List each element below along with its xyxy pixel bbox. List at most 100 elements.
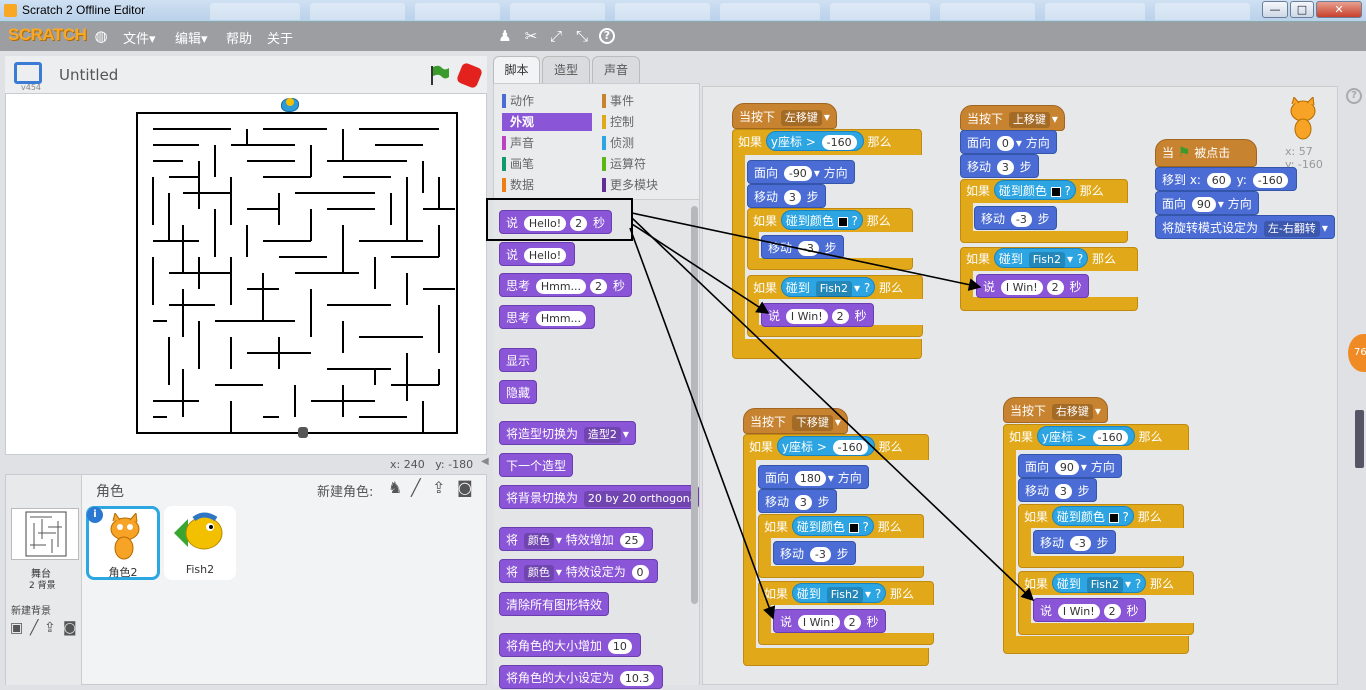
category-data[interactable]: 数据 <box>502 176 592 194</box>
tab-scripts[interactable]: 脚本 <box>493 56 540 83</box>
palette-change-size[interactable]: 将角色的大小增加 10 <box>499 633 641 657</box>
when-key-pressed-right[interactable]: 当按下 右移键 ▾ <box>1003 397 1108 423</box>
window-title: Scratch 2 Offline Editor <box>22 3 146 17</box>
palette-change-effect[interactable]: 将 颜色 ▾ 特效增加 25 <box>499 527 653 551</box>
say-for-secs-block[interactable]: 说 I Win! 2 秒 <box>976 274 1089 298</box>
fullscreen-icon[interactable] <box>14 62 42 84</box>
close-button[interactable]: ✕ <box>1316 1 1362 18</box>
stage-canvas[interactable] <box>5 93 487 455</box>
sprite-thumb-fish2[interactable]: Fish2 <box>164 506 236 580</box>
if-y-gt[interactable]: 如果 y座标 > -160 那么 <box>732 130 917 154</box>
say-for-secs-block[interactable]: 说 I Win! 2 秒 <box>761 303 874 327</box>
cat-sprite-on-stage[interactable] <box>298 427 308 438</box>
side-badge[interactable]: 76 <box>1348 334 1366 372</box>
scratch-logo[interactable]: SCRATCH <box>8 25 87 45</box>
upload-icon[interactable]: ⇪ <box>432 478 445 497</box>
say-for-secs-block[interactable]: 说 I Win! 2 秒 <box>773 609 886 633</box>
category-sound[interactable]: 声音 <box>502 134 592 152</box>
camera-icon[interactable]: ◙ <box>63 620 77 636</box>
maximize-button[interactable]: □ <box>1290 1 1314 18</box>
menu-about[interactable]: 关于 <box>267 28 293 47</box>
stop-icon[interactable] <box>455 61 484 90</box>
menu-edit[interactable]: 编辑▾ <box>175 28 208 47</box>
stage-thumbnail[interactable] <box>11 508 79 560</box>
when-key-pressed-up[interactable]: 当按下 上移键 ▾ <box>960 105 1065 131</box>
if-touching-color-label: 如果 碰到颜色 ? 那么 <box>1018 505 1168 529</box>
category-operators[interactable]: 运算符 <box>602 155 692 173</box>
menu-file[interactable]: 文件▾ <box>123 28 156 47</box>
sprite-thumb-cat[interactable]: i 角色2 <box>86 506 160 580</box>
palette-scrollbar[interactable] <box>691 206 698 604</box>
category-pen[interactable]: 画笔 <box>502 155 592 173</box>
help-icon[interactable]: ? <box>1346 88 1362 104</box>
info-icon[interactable]: i <box>87 507 103 523</box>
point-dir-block[interactable]: 面向 90 ▾ 方向 <box>1018 454 1122 478</box>
menu-help[interactable]: 帮助 <box>226 28 252 47</box>
point-dir-block[interactable]: 面向 -90 ▾ 方向 <box>747 160 855 184</box>
zoom-slider[interactable] <box>1355 410 1364 468</box>
if-y-gt-label: 如果 y座标 > -160 那么 <box>1003 425 1168 449</box>
palette-hide[interactable]: 隐藏 <box>499 380 538 404</box>
move-block[interactable]: 移动 3 步 <box>960 154 1039 178</box>
green-flag-icon[interactable] <box>428 64 450 86</box>
category-sensing[interactable]: 侦测 <box>602 134 692 152</box>
category-pane: 动作 外观 声音 画笔 数据 事件 控制 侦测 运算符 更多模块 <box>493 83 700 200</box>
paint-brush-icon[interactable]: ╱ <box>411 478 421 497</box>
sprite-info-cat-icon <box>1290 97 1316 140</box>
when-flag-clicked[interactable]: 当 ⚑ 被点击 <box>1155 139 1257 167</box>
tab-sounds[interactable]: 声音 <box>592 56 640 83</box>
minimize-button[interactable]: — <box>1262 1 1288 18</box>
move-block[interactable]: 移动 -3 步 <box>761 235 844 259</box>
shrink-icon[interactable]: ⤡ <box>573 27 591 45</box>
point-dir-block[interactable]: 面向 0 ▾ 方向 <box>960 130 1057 154</box>
move-block[interactable]: 移动 3 步 <box>1018 478 1097 502</box>
move-block[interactable]: 移动 -3 步 <box>773 541 856 565</box>
category-looks[interactable]: 外观 <box>502 113 592 131</box>
say-for-secs-block[interactable]: 说 I Win! 2 秒 <box>1033 598 1146 622</box>
point-dir-block[interactable]: 面向 90 ▾ 方向 <box>1155 191 1259 215</box>
palette-clear-effects[interactable]: 清除所有图形特效 <box>499 592 610 616</box>
palette-think[interactable]: 思考 Hmm... <box>499 305 596 329</box>
mouse-coords: x: 240 y: -180 <box>390 458 474 471</box>
camera-icon[interactable]: ◙ <box>457 478 473 497</box>
palette-switch-costume[interactable]: 将造型切换为 造型2 ▾ <box>499 421 636 445</box>
tab-costumes[interactable]: 造型 <box>542 56 590 83</box>
category-more-blocks[interactable]: 更多模块 <box>602 176 692 194</box>
goto-xy-block[interactable]: 移到 x: 60 y: -160 <box>1155 167 1297 191</box>
background-tab <box>210 3 300 20</box>
palette-show[interactable]: 显示 <box>499 348 538 372</box>
category-events[interactable]: 事件 <box>602 92 692 110</box>
when-key-pressed-left[interactable]: 当按下 左移键 ▾ <box>732 103 837 129</box>
if-touching-color-label: 如果 碰到颜色 ? 那么 <box>758 515 908 539</box>
move-block[interactable]: 移动 -3 步 <box>1033 530 1116 554</box>
palette-next-costume[interactable]: 下一个造型 <box>499 453 574 477</box>
move-block[interactable]: 移动 3 步 <box>758 489 837 513</box>
category-control[interactable]: 控制 <box>602 113 692 131</box>
move-block[interactable]: 移动 3 步 <box>747 184 826 208</box>
move-block[interactable]: 移动 -3 步 <box>974 206 1057 230</box>
set-rotation-style-block[interactable]: 将旋转模式设定为 左-右翻转 ▾ <box>1155 215 1335 239</box>
upload-icon[interactable]: ⇪ <box>44 620 56 636</box>
script-area[interactable]: x: 57 y: -160 当按下 左移键 ▾ 如果 y座标 > -160 那么 … <box>702 86 1338 685</box>
delete-scissors-icon[interactable]: ✂ <box>522 27 540 45</box>
sprite-library-icon[interactable]: ♞ <box>388 478 402 497</box>
globe-icon[interactable]: ◍ <box>92 27 110 45</box>
collapse-arrow-icon[interactable]: ◀ <box>481 456 489 472</box>
paint-brush-icon[interactable]: ╱ <box>30 620 38 636</box>
when-key-pressed-down[interactable]: 当按下 下移键 ▾ <box>743 408 848 434</box>
if-touching-label: 如果 碰到 Fish2 ▾ ? 那么 <box>960 247 1122 271</box>
cat-icon <box>110 513 140 560</box>
version-label: v454 <box>21 83 42 92</box>
palette-set-size[interactable]: 将角色的大小设定为 10.3 <box>499 665 664 689</box>
palette-think-for-secs[interactable]: 思考 Hmm... 2 秒 <box>499 273 632 297</box>
palette-set-effect[interactable]: 将 颜色 ▾ 特效设定为 0 <box>499 559 658 583</box>
point-dir-block[interactable]: 面向 180 ▾ 方向 <box>758 465 869 489</box>
duplicate-stamp-icon[interactable]: ♟ <box>496 27 514 45</box>
category-motion[interactable]: 动作 <box>502 92 592 110</box>
project-title[interactable]: Untitled <box>59 66 118 84</box>
backdrop-library-icon[interactable]: ▣ <box>10 620 23 636</box>
grow-icon[interactable]: ⤢ <box>547 27 565 45</box>
palette-say[interactable]: 说 Hello! <box>499 242 576 266</box>
help-icon[interactable]: ? <box>599 28 615 44</box>
palette-switch-backdrop[interactable]: 将背景切换为 20 by 20 orthogona <box>499 485 699 509</box>
